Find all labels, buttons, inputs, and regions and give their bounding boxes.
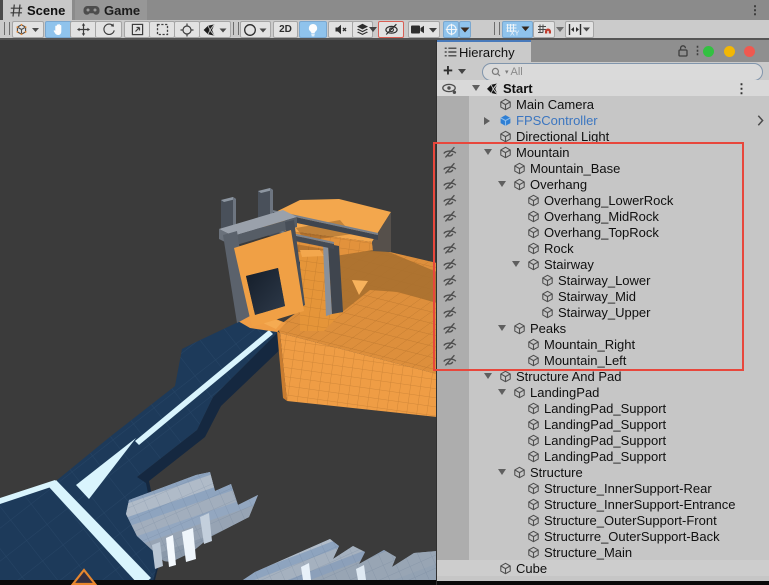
svg-text:XY: XY	[510, 31, 520, 37]
